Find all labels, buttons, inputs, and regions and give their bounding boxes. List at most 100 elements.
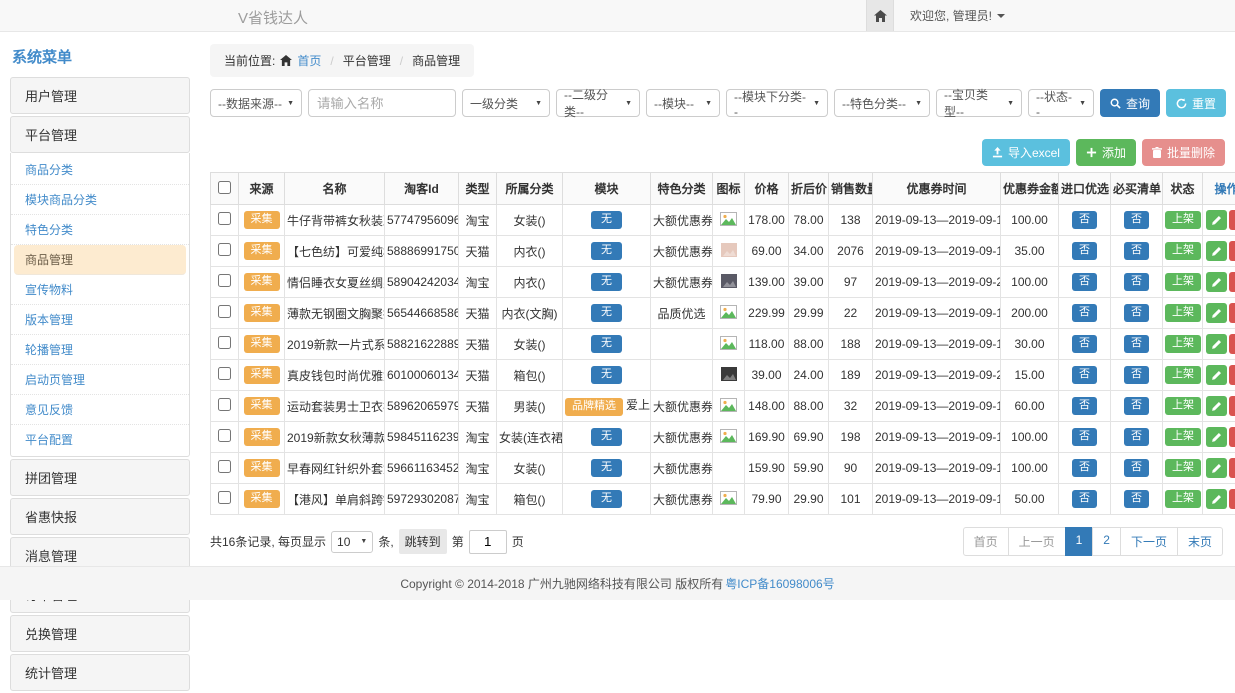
must-buy-badge[interactable]: 否 (1124, 397, 1149, 415)
edit-button[interactable] (1206, 303, 1227, 323)
select-all-checkbox[interactable] (218, 181, 231, 194)
sidebar-item[interactable]: 平台管理 (10, 116, 190, 153)
sidebar-subitem[interactable]: 宣传物料 (11, 275, 189, 305)
imported-badge[interactable]: 否 (1072, 366, 1097, 384)
status-badge[interactable]: 上架 (1165, 211, 1201, 229)
level1-category-select[interactable]: 一级分类▼ (462, 89, 550, 117)
page-button[interactable]: 首页 (963, 527, 1009, 556)
row-checkbox[interactable] (218, 429, 231, 442)
delete-button[interactable] (1229, 489, 1235, 509)
edit-button[interactable] (1206, 396, 1227, 416)
add-button[interactable]: 添加 (1076, 139, 1136, 166)
module-subcategory-select[interactable]: --模块下分类--▼ (726, 89, 828, 117)
page-button[interactable]: 下一页 (1120, 527, 1178, 556)
edit-button[interactable] (1206, 427, 1227, 447)
must-buy-badge[interactable]: 否 (1124, 335, 1149, 353)
sidebar-subitem[interactable]: 版本管理 (11, 305, 189, 335)
imported-badge[interactable]: 否 (1072, 459, 1097, 477)
edit-button[interactable] (1206, 365, 1227, 385)
delete-button[interactable] (1229, 334, 1235, 354)
edit-button[interactable] (1206, 210, 1227, 230)
sidebar-item[interactable]: 兑换管理 (10, 615, 190, 652)
imported-badge[interactable]: 否 (1072, 242, 1097, 260)
delete-button[interactable] (1229, 303, 1235, 323)
must-buy-badge[interactable]: 否 (1124, 459, 1149, 477)
sidebar-subitem[interactable]: 商品分类 (11, 155, 189, 185)
imported-badge[interactable]: 否 (1072, 273, 1097, 291)
row-checkbox[interactable] (218, 398, 231, 411)
search-button[interactable]: 查询 (1100, 89, 1160, 117)
breadcrumb-home-link[interactable]: 首页 (297, 52, 321, 69)
sidebar-item[interactable]: 拼团管理 (10, 459, 190, 496)
status-badge[interactable]: 上架 (1165, 304, 1201, 322)
sidebar-item[interactable]: 统计管理 (10, 654, 190, 691)
status-badge[interactable]: 上架 (1165, 242, 1201, 260)
imported-badge[interactable]: 否 (1072, 397, 1097, 415)
page-button[interactable]: 2 (1092, 527, 1121, 556)
row-checkbox[interactable] (218, 367, 231, 380)
must-buy-badge[interactable]: 否 (1124, 242, 1149, 260)
status-badge[interactable]: 上架 (1165, 397, 1201, 415)
per-page-select[interactable]: 10 ▼ (331, 531, 373, 553)
page-button[interactable]: 1 (1065, 527, 1094, 556)
delete-button[interactable] (1229, 210, 1235, 230)
edit-button[interactable] (1206, 241, 1227, 261)
must-buy-badge[interactable]: 否 (1124, 273, 1149, 291)
delete-button[interactable] (1229, 427, 1235, 447)
row-checkbox[interactable] (218, 212, 231, 225)
reset-button[interactable]: 重置 (1166, 89, 1226, 117)
edit-button[interactable] (1206, 334, 1227, 354)
sidebar-item[interactable]: 省惠快报 (10, 498, 190, 535)
module-select[interactable]: --模块--▼ (646, 89, 720, 117)
delete-button[interactable] (1229, 396, 1235, 416)
item-type-select[interactable]: --宝贝类型--▼ (936, 89, 1022, 117)
batch-delete-button[interactable]: 批量删除 (1142, 139, 1225, 166)
must-buy-badge[interactable]: 否 (1124, 428, 1149, 446)
feature-category-select[interactable]: --特色分类--▼ (834, 89, 930, 117)
sidebar-subitem[interactable]: 商品管理 (14, 245, 186, 275)
sidebar-subitem[interactable]: 平台配置 (11, 425, 189, 454)
edit-button[interactable] (1206, 272, 1227, 292)
sidebar-subitem[interactable]: 启动页管理 (11, 365, 189, 395)
row-checkbox[interactable] (218, 274, 231, 287)
sidebar-subitem[interactable]: 特色分类 (11, 215, 189, 245)
imported-badge[interactable]: 否 (1072, 211, 1097, 229)
edit-button[interactable] (1206, 458, 1227, 478)
status-badge[interactable]: 上架 (1165, 273, 1201, 291)
import-excel-button[interactable]: 导入excel (982, 139, 1070, 166)
icp-link[interactable]: 粤ICP备16098006号 (725, 575, 834, 592)
status-badge[interactable]: 上架 (1165, 490, 1201, 508)
imported-badge[interactable]: 否 (1072, 428, 1097, 446)
imported-badge[interactable]: 否 (1072, 304, 1097, 322)
delete-button[interactable] (1229, 272, 1235, 292)
edit-button[interactable] (1206, 489, 1227, 509)
sidebar-item[interactable]: 用户管理 (10, 77, 190, 114)
row-checkbox[interactable] (218, 305, 231, 318)
sidebar-subitem[interactable]: 轮播管理 (11, 335, 189, 365)
imported-badge[interactable]: 否 (1072, 335, 1097, 353)
status-badge[interactable]: 上架 (1165, 459, 1201, 477)
home-button[interactable] (866, 0, 894, 31)
status-badge[interactable]: 上架 (1165, 428, 1201, 446)
jump-button[interactable]: 跳转到 (399, 529, 447, 554)
must-buy-badge[interactable]: 否 (1124, 304, 1149, 322)
must-buy-badge[interactable]: 否 (1124, 211, 1149, 229)
page-button[interactable]: 上一页 (1008, 527, 1066, 556)
level2-category-select[interactable]: --二级分类--▼ (556, 89, 640, 117)
delete-button[interactable] (1229, 365, 1235, 385)
must-buy-badge[interactable]: 否 (1124, 490, 1149, 508)
must-buy-badge[interactable]: 否 (1124, 366, 1149, 384)
data-source-select[interactable]: --数据来源--▼ (210, 89, 302, 117)
delete-button[interactable] (1229, 458, 1235, 478)
row-checkbox[interactable] (218, 491, 231, 504)
row-checkbox[interactable] (218, 243, 231, 256)
sidebar-subitem[interactable]: 意见反馈 (11, 395, 189, 425)
row-checkbox[interactable] (218, 460, 231, 473)
status-select[interactable]: --状态--▼ (1028, 89, 1094, 117)
imported-badge[interactable]: 否 (1072, 490, 1097, 508)
row-checkbox[interactable] (218, 336, 231, 349)
page-number-input[interactable] (469, 530, 507, 554)
sidebar-subitem[interactable]: 模块商品分类 (11, 185, 189, 215)
status-badge[interactable]: 上架 (1165, 335, 1201, 353)
status-badge[interactable]: 上架 (1165, 366, 1201, 384)
